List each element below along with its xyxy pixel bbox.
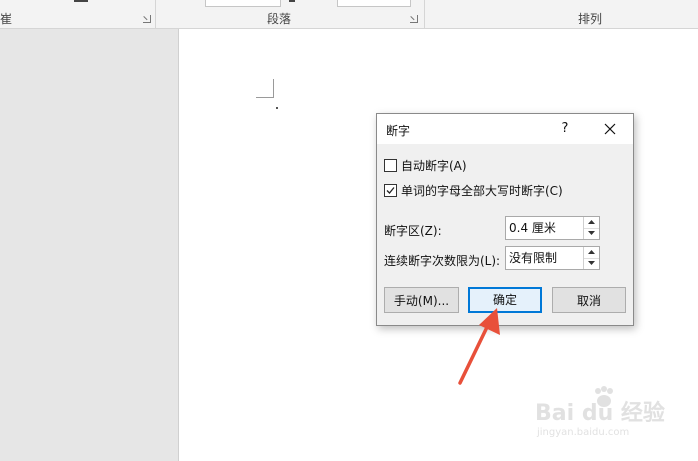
- spin-buttons: [583, 217, 599, 239]
- margin-corner-mark: [256, 97, 274, 98]
- spin-buttons: [583, 247, 599, 269]
- spin-down-button[interactable]: [584, 258, 599, 269]
- dialog-launcher-icon[interactable]: [143, 15, 151, 23]
- dialog-titlebar[interactable]: 断字 ?: [377, 114, 633, 144]
- help-button[interactable]: ?: [553, 118, 577, 140]
- dialog-title: 断字: [386, 124, 411, 138]
- ribbon-separator: [155, 0, 156, 28]
- ribbon: 崔 段落 排列: [0, 0, 698, 29]
- triangle-up-icon: [588, 250, 595, 254]
- hyphenation-zone-label: 断字区(Z):: [384, 224, 442, 238]
- margin-corner-mark: [273, 79, 274, 98]
- ribbon-group-label-paragraph: 段落: [267, 12, 292, 26]
- hyphenate-caps-checkbox[interactable]: [384, 183, 397, 197]
- watermark-url: jingyan.baidu.com: [537, 427, 630, 438]
- workspace-background: [0, 29, 179, 461]
- hyphenate-caps-checkbox-row[interactable]: 单词的字母全部大写时断字(C): [384, 182, 563, 198]
- hyphenation-zone-input[interactable]: [506, 217, 583, 237]
- paragraph-launcher-icon[interactable]: [410, 15, 418, 23]
- ribbon-spin-field[interactable]: [205, 0, 281, 7]
- checkmark-icon: [386, 186, 395, 194]
- triangle-down-icon: [588, 261, 595, 265]
- ribbon-separator: [424, 0, 425, 28]
- auto-hyphenate-label: 自动断字(A): [401, 158, 467, 173]
- ribbon-fragment: [74, 0, 88, 2]
- cancel-button[interactable]: 取消: [552, 287, 626, 313]
- consecutive-limit-spinner[interactable]: [505, 246, 600, 270]
- triangle-up-icon: [588, 220, 595, 224]
- text-cursor: [276, 107, 278, 109]
- consecutive-limit-label: 连续断字次数限为(L):: [384, 254, 501, 268]
- hyphenation-dialog: 断字 ? 自动断字(A) 单词的字母全部大写时断字(C) 断字区(Z): 0.4…: [376, 113, 634, 326]
- consecutive-limit-input[interactable]: [506, 247, 583, 267]
- hyphenation-zone-spinner[interactable]: [505, 216, 600, 240]
- auto-hyphenate-checkbox-row[interactable]: 自动断字(A): [384, 157, 467, 173]
- manual-button[interactable]: 手动(M)...: [384, 287, 459, 313]
- ribbon-fragment: [289, 0, 295, 2]
- triangle-down-icon: [588, 231, 595, 235]
- annotation-arrow-icon: [458, 308, 500, 385]
- ribbon-group-label-arrange: 排列: [578, 12, 603, 26]
- close-icon: [604, 123, 616, 135]
- hyphenate-caps-label: 单词的字母全部大写时断字(C): [401, 183, 563, 198]
- auto-hyphenate-checkbox[interactable]: [384, 158, 397, 172]
- ribbon-left-cut-label: 崔: [0, 12, 13, 26]
- ribbon-spin-field[interactable]: [337, 0, 411, 7]
- watermark-brand: Bai du 经验: [535, 401, 665, 426]
- baidu-watermark: Bai du 经验 jingyan.baidu.com: [535, 385, 665, 441]
- spin-down-button[interactable]: [584, 228, 599, 239]
- close-button[interactable]: [597, 118, 623, 140]
